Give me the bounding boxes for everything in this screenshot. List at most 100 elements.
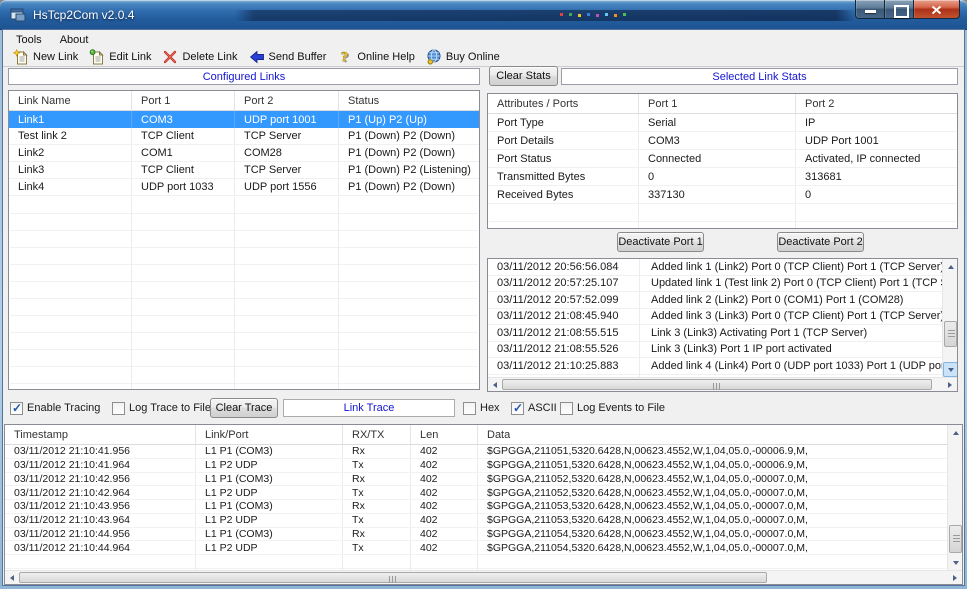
window-controls (855, 0, 960, 19)
stats-row-port-details[interactable]: Port Details COM3 UDP Port 1001 (488, 132, 957, 150)
col-status[interactable]: Status (339, 91, 479, 110)
trace-header: Timestamp Link/Port RX/TX Len Data (5, 425, 962, 445)
stat-port2: 313681 (796, 168, 957, 185)
col-attributes[interactable]: Attributes / Ports (488, 94, 639, 113)
scroll-thumb[interactable] (19, 572, 767, 583)
hex-checkbox[interactable]: Hex (463, 401, 500, 415)
clear-trace-button[interactable]: Clear Trace (210, 398, 278, 418)
event-row[interactable]: 03/11/2012 21:10:25.883 Added link 4 (Li… (488, 358, 957, 375)
log-events-to-file-checkbox[interactable]: Log Events to File (560, 401, 665, 415)
menu-about[interactable]: About (52, 33, 97, 47)
trace-len: 402 (411, 473, 478, 486)
link-row-link3[interactable]: Link3 TCP Client TCP Server P1 (Down) P2… (9, 162, 479, 179)
send-buffer-button[interactable]: Send Buffer (245, 48, 334, 66)
checkbox-box[interactable] (463, 402, 476, 415)
online-help-button[interactable]: ? ? Online Help (333, 48, 421, 66)
events-hscrollbar (488, 377, 957, 391)
send-buffer-icon (249, 49, 265, 65)
trace-data: $GPGGA,211051,5320.6428,N,00623.4552,W,1… (478, 445, 962, 458)
event-row[interactable]: 03/11/2012 21:08:45.940 Added link 3 (Li… (488, 309, 957, 326)
titlebar-glass-artifact (235, 10, 855, 21)
log-trace-to-file-checkbox[interactable]: Log Trace to File (112, 401, 211, 415)
enable-tracing-checkbox[interactable]: Enable Tracing (10, 401, 100, 415)
trace-row[interactable]: 03/11/2012 21:10:42.964 L1 P2 UDP Tx 402… (5, 486, 962, 500)
col-link-port[interactable]: Link/Port (196, 425, 343, 444)
trace-row[interactable]: 03/11/2012 21:10:41.956 L1 P1 (COM3) Rx … (5, 445, 962, 459)
events-vscrollbar (942, 259, 957, 377)
minimize-button[interactable] (855, 0, 885, 19)
col-port1[interactable]: Port 1 (639, 94, 796, 113)
titlebar[interactable]: HsTcp2Com v2.0.4 (0, 0, 967, 30)
send-buffer-label: Send Buffer (269, 51, 327, 63)
col-link-name[interactable]: Link Name (9, 91, 132, 110)
scroll-down-button[interactable] (948, 555, 963, 570)
scroll-thumb[interactable] (949, 525, 962, 553)
checkbox-box[interactable] (511, 402, 524, 415)
ascii-checkbox[interactable]: ASCII (511, 401, 557, 415)
col-port2[interactable]: Port 2 (796, 94, 957, 113)
edit-link-button[interactable]: Edit Link (85, 48, 158, 66)
trace-row[interactable]: 03/11/2012 21:10:41.964 L1 P2 UDP Tx 402… (5, 459, 962, 473)
scroll-up-button[interactable] (948, 425, 963, 440)
event-row[interactable]: 03/11/2012 21:08:55.515 Link 3 (Link3) A… (488, 325, 957, 342)
stats-row-port-status[interactable]: Port Status Connected Activated, IP conn… (488, 150, 957, 168)
close-button[interactable] (914, 0, 960, 19)
event-row[interactable]: 03/11/2012 20:57:52.099 Added link 2 (Li… (488, 292, 957, 309)
link-row-testlink2[interactable]: Test link 2 TCP Client TCP Server P1 (Do… (9, 128, 479, 145)
scroll-right-button[interactable] (948, 571, 962, 584)
scroll-up-button[interactable] (943, 259, 958, 274)
maximize-button[interactable] (885, 0, 914, 19)
checkbox-box[interactable] (10, 402, 23, 415)
buy-online-button[interactable]: Buy Online (422, 48, 507, 66)
stats-row-received[interactable]: Received Bytes 337130 0 (488, 186, 957, 204)
link-name: Link3 (9, 162, 132, 178)
column-separator (195, 555, 196, 570)
col-port1[interactable]: Port 1 (132, 91, 235, 110)
col-data[interactable]: Data (478, 425, 962, 444)
trace-row[interactable]: 03/11/2012 21:10:43.956 L1 P1 (COM3) Rx … (5, 500, 962, 514)
thumb-grip (713, 383, 721, 390)
scroll-left-button[interactable] (5, 571, 19, 584)
deactivate-port1-button[interactable]: Deactivate Port 1 (617, 232, 704, 252)
checkbox-box[interactable] (560, 402, 573, 415)
trace-row[interactable]: 03/11/2012 21:10:43.964 L1 P2 UDP Tx 402… (5, 514, 962, 528)
scroll-left-button[interactable] (488, 378, 502, 391)
trace-link-port: L1 P2 UDP (196, 541, 343, 554)
trace-link-port: L1 P1 (COM3) (196, 473, 343, 486)
col-len[interactable]: Len (411, 425, 478, 444)
clear-stats-button[interactable]: Clear Stats (489, 66, 558, 86)
trace-row[interactable]: 03/11/2012 21:10:44.956 L1 P1 (COM3) Rx … (5, 528, 962, 542)
col-rxtx[interactable]: RX/TX (343, 425, 411, 444)
delete-link-button[interactable]: Delete Link (158, 48, 244, 66)
col-timestamp[interactable]: Timestamp (5, 425, 196, 444)
link-port1: UDP port 1033 (132, 179, 235, 195)
configured-links-title: Configured Links (8, 68, 480, 85)
link-status: P1 (Down) P2 (Listening) (339, 162, 479, 178)
trace-row[interactable]: 03/11/2012 21:10:42.956 L1 P1 (COM3) Rx … (5, 473, 962, 487)
menu-bar: Tools About (3, 31, 964, 48)
link-row-link1[interactable]: Link1 COM3 UDP port 1001 P1 (Up) P2 (Up) (9, 111, 479, 128)
event-row[interactable]: 03/11/2012 20:57:25.107 Updated link 1 (… (488, 276, 957, 293)
stat-port2: UDP Port 1001 (796, 132, 957, 149)
stats-row-transmitted[interactable]: Transmitted Bytes 0 313681 (488, 168, 957, 186)
trace-rxtx: Tx (343, 514, 411, 527)
scroll-right-button[interactable] (943, 378, 957, 391)
new-link-button[interactable]: New Link (9, 48, 85, 66)
checkbox-box[interactable] (112, 402, 125, 415)
event-row[interactable]: 03/11/2012 20:56:56.084 Added link 1 (Li… (488, 259, 957, 276)
stat-attr: Port Details (488, 132, 639, 149)
deactivate-port2-button[interactable]: Deactivate Port 2 (777, 232, 864, 252)
link-row-link4[interactable]: Link4 UDP port 1033 UDP port 1556 P1 (Do… (9, 179, 479, 196)
scroll-thumb[interactable] (944, 321, 957, 347)
trace-row[interactable]: 03/11/2012 21:10:44.964 L1 P2 UDP Tx 402… (5, 541, 962, 555)
scroll-thumb[interactable] (502, 379, 932, 390)
stats-row-port-type[interactable]: Port Type Serial IP (488, 114, 957, 132)
link-row-link2[interactable]: Link2 COM1 COM28 P1 (Down) P2 (Down) (9, 145, 479, 162)
trace-data: $GPGGA,211054,5320.6428,N,00623.4552,W,1… (478, 541, 962, 554)
event-row[interactable]: 03/11/2012 21:08:55.526 Link 3 (Link3) P… (488, 342, 957, 359)
scroll-down-button[interactable] (943, 362, 958, 377)
menu-tools[interactable]: Tools (8, 33, 50, 47)
trace-rxtx: Rx (343, 500, 411, 513)
col-port2[interactable]: Port 2 (235, 91, 339, 110)
trace-timestamp: 03/11/2012 21:10:41.956 (5, 445, 196, 458)
